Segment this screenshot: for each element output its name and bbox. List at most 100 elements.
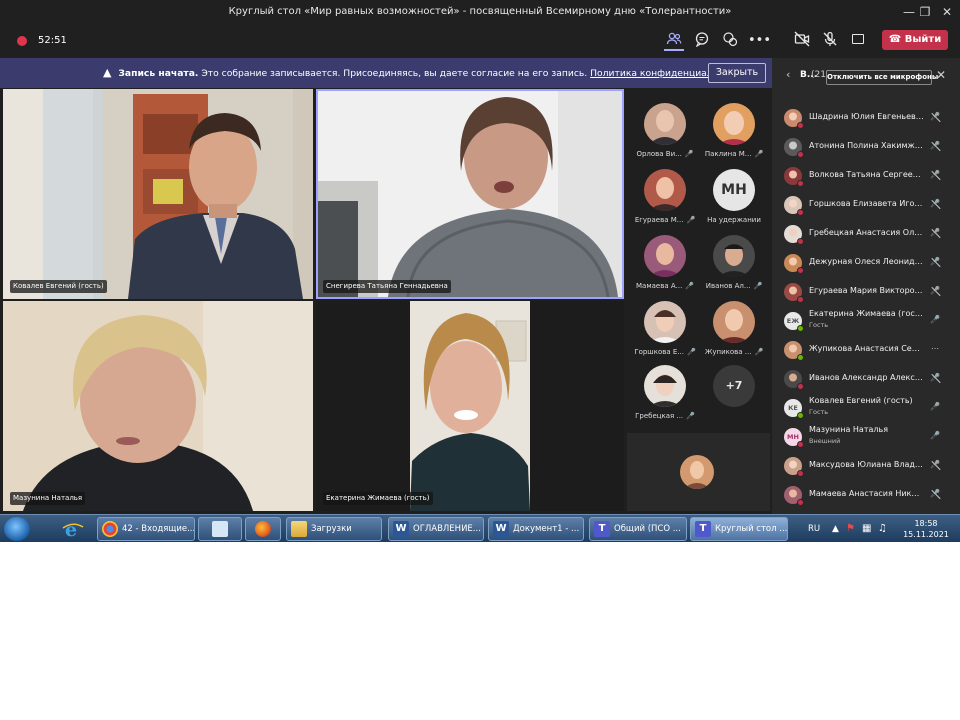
participant-name: Екатерина Жимаева (гость) bbox=[809, 309, 924, 318]
participant-row[interactable]: Волкова Татьяна Сергеевна 🎤 bbox=[772, 162, 960, 191]
participant-name: Егураева Мария Викторовна bbox=[809, 286, 924, 295]
phone-hangup-icon: ☎ bbox=[888, 34, 902, 45]
mic-off-icon[interactable] bbox=[820, 31, 840, 51]
participant-video-feed bbox=[3, 89, 313, 299]
status-dot bbox=[797, 383, 804, 390]
gallery-participant[interactable]: Иванов Ал... 🎤 bbox=[699, 231, 769, 297]
participant-row[interactable]: Гребецкая Анастасия Олего... 🎤 bbox=[772, 220, 960, 249]
mute-all-button[interactable]: Отключить все микрофоны bbox=[826, 70, 938, 85]
gallery-participant[interactable]: Егураева М... 🎤 bbox=[630, 165, 700, 231]
taskbar-button[interactable]: T Общий (ПСО ... bbox=[589, 517, 687, 541]
more-options-icon[interactable]: ••• bbox=[748, 31, 771, 51]
more-participants-button[interactable]: +7 bbox=[699, 361, 769, 427]
taskbar-button-label: Загрузки bbox=[311, 524, 352, 534]
gallery-participant[interactable]: Горшкова Е... 🎤 bbox=[630, 297, 700, 363]
participant-row[interactable]: Шадрина Юлия Евгеньевна 🎤 bbox=[772, 104, 960, 133]
mic-muted-icon[interactable]: 🎤 bbox=[929, 255, 941, 269]
mic-icon[interactable]: 🎤 bbox=[929, 313, 941, 327]
gallery-participant[interactable]: Мамаева А... 🎤 bbox=[630, 231, 700, 297]
gallery-participant-on-hold[interactable]: МН На удержании bbox=[699, 165, 769, 231]
camera-off-icon[interactable] bbox=[792, 31, 812, 51]
status-dot bbox=[797, 238, 804, 245]
participant-row[interactable]: Горшкова Елизавета Игорев... 🎤 bbox=[772, 191, 960, 220]
gallery-participant-name: Мамаева А... bbox=[635, 282, 683, 290]
gallery-participant[interactable]: Гребецкая ... 🎤 bbox=[630, 361, 700, 427]
folder-icon bbox=[291, 521, 307, 537]
taskbar-button[interactable]: W ОГЛАВЛЕНИЕ... bbox=[388, 517, 484, 541]
more-options-icon[interactable]: ⋯ bbox=[929, 342, 941, 356]
share-screen-icon[interactable] bbox=[852, 34, 864, 44]
volume-icon[interactable]: ♫ bbox=[878, 515, 887, 542]
language-indicator[interactable]: RU bbox=[808, 515, 820, 542]
mic-icon[interactable]: 🎤 bbox=[929, 429, 941, 443]
back-chevron-icon[interactable]: ‹ bbox=[786, 68, 790, 81]
participant-row[interactable]: Мамаева Анастасия Никола... 🎤 bbox=[772, 481, 960, 510]
taskbar-button[interactable]: Загрузки bbox=[286, 517, 382, 541]
mic-muted-icon[interactable]: 🎤 bbox=[929, 487, 941, 501]
taskbar-button[interactable]: 42 - Входящие... bbox=[97, 517, 195, 541]
close-window-icon[interactable]: ✕ bbox=[930, 0, 960, 24]
meeting-timer: 52:51 bbox=[38, 35, 67, 46]
mic-muted-icon[interactable]: 🎤 bbox=[929, 110, 941, 124]
mic-muted-icon[interactable]: 🎤 bbox=[929, 139, 941, 153]
gallery-participant[interactable]: Орлова Ви... 🎤 bbox=[630, 99, 700, 165]
taskbar-button[interactable] bbox=[245, 517, 281, 541]
participants-icon[interactable] bbox=[664, 31, 684, 51]
participant-row[interactable]: Жупикова Анастасия Серге... ⋯ bbox=[772, 336, 960, 365]
participant-row[interactable]: Егураева Мария Викторовна 🎤 bbox=[772, 278, 960, 307]
video-tile-active-speaker[interactable]: Снегирева Татьяна Геннадьевна bbox=[316, 89, 624, 299]
status-dot bbox=[797, 151, 804, 158]
participant-name: Гребецкая Анастасия Олего... bbox=[809, 228, 924, 237]
word-icon: W bbox=[493, 521, 509, 537]
video-tile[interactable]: Екатерина Жимаева (гость) bbox=[316, 301, 624, 511]
participant-name: Атонина Полина Хакимжан... bbox=[809, 141, 924, 150]
status-dot bbox=[797, 325, 804, 332]
mic-muted-icon[interactable]: 🎤 bbox=[929, 226, 941, 240]
taskbar-button[interactable]: W Документ1 - ... bbox=[488, 517, 584, 541]
mic-muted-icon[interactable]: 🎤 bbox=[929, 284, 941, 298]
tray-flag-icon[interactable]: ⚑ bbox=[846, 515, 855, 542]
participant-role: Внешний bbox=[809, 437, 841, 445]
mic-muted-icon[interactable]: 🎤 bbox=[929, 197, 941, 211]
leave-button[interactable]: ☎ Выйти bbox=[882, 30, 948, 50]
start-button-icon[interactable] bbox=[4, 517, 30, 541]
video-tile[interactable]: Мазунина Наталья bbox=[3, 301, 313, 511]
status-dot bbox=[797, 122, 804, 129]
participant-row[interactable]: Дежурная Олеся Леонидовна 🎤 bbox=[772, 249, 960, 278]
mic-muted-icon: 🎤 bbox=[754, 348, 764, 356]
taskbar-button[interactable] bbox=[198, 517, 242, 541]
taskbar-button-active[interactable]: T Круглый стол ... bbox=[690, 517, 788, 541]
recording-banner: ▲ Запись начата. Это собрание записывает… bbox=[0, 58, 772, 88]
participant-name: Иванов Александр Александ... bbox=[809, 373, 924, 382]
mic-muted-icon[interactable]: 🎤 bbox=[929, 458, 941, 472]
participant-video-feed bbox=[318, 91, 622, 297]
video-tile[interactable]: Ковалев Евгений (гость) bbox=[3, 89, 313, 299]
chat-icon[interactable] bbox=[692, 31, 712, 51]
internet-explorer-icon[interactable]: e bbox=[62, 519, 84, 541]
system-clock[interactable]: 18:58 15.11.2021 bbox=[902, 518, 950, 540]
network-icon[interactable]: ▦ bbox=[862, 515, 871, 542]
participant-row[interactable]: Атонина Полина Хакимжан... 🎤 bbox=[772, 133, 960, 162]
window-title-bar: Круглый стол «Мир равных возможностей» -… bbox=[0, 0, 960, 24]
gallery-participant[interactable]: Жупикова ... 🎤 bbox=[699, 297, 769, 363]
taskbar-button-label: Общий (ПСО ... bbox=[614, 524, 681, 534]
avatar bbox=[713, 235, 755, 277]
participant-role: Гость bbox=[809, 321, 829, 329]
mic-muted-icon[interactable]: 🎤 bbox=[929, 371, 941, 385]
taskbar-button-label: 42 - Входящие... bbox=[122, 524, 195, 534]
participant-row[interactable]: МН Мазунина Наталья Внешний 🎤 bbox=[772, 423, 960, 452]
participant-row[interactable]: Максудова Юлиана Владим... 🎤 bbox=[772, 452, 960, 481]
mic-muted-icon: 🎤 bbox=[686, 348, 696, 356]
participant-row[interactable]: КЕ Ковалев Евгений (гость) Гость 🎤 bbox=[772, 394, 960, 423]
clock-time: 18:58 bbox=[914, 519, 938, 528]
banner-close-button[interactable]: Закрыть bbox=[708, 63, 766, 83]
tray-arrow-icon[interactable]: ▲ bbox=[832, 515, 839, 542]
participant-row[interactable]: Иванов Александр Александ... 🎤 bbox=[772, 365, 960, 394]
participant-row[interactable]: ЕЖ Екатерина Жимаева (гость) Гость 🎤 bbox=[772, 307, 960, 336]
self-view-tile[interactable] bbox=[627, 433, 770, 511]
gallery-participant[interactable]: Паклина М... 🎤 bbox=[699, 99, 769, 165]
notes-icon bbox=[212, 521, 228, 537]
mic-icon[interactable]: 🎤 bbox=[929, 400, 941, 414]
reactions-icon[interactable] bbox=[720, 31, 740, 51]
mic-muted-icon[interactable]: 🎤 bbox=[929, 168, 941, 182]
